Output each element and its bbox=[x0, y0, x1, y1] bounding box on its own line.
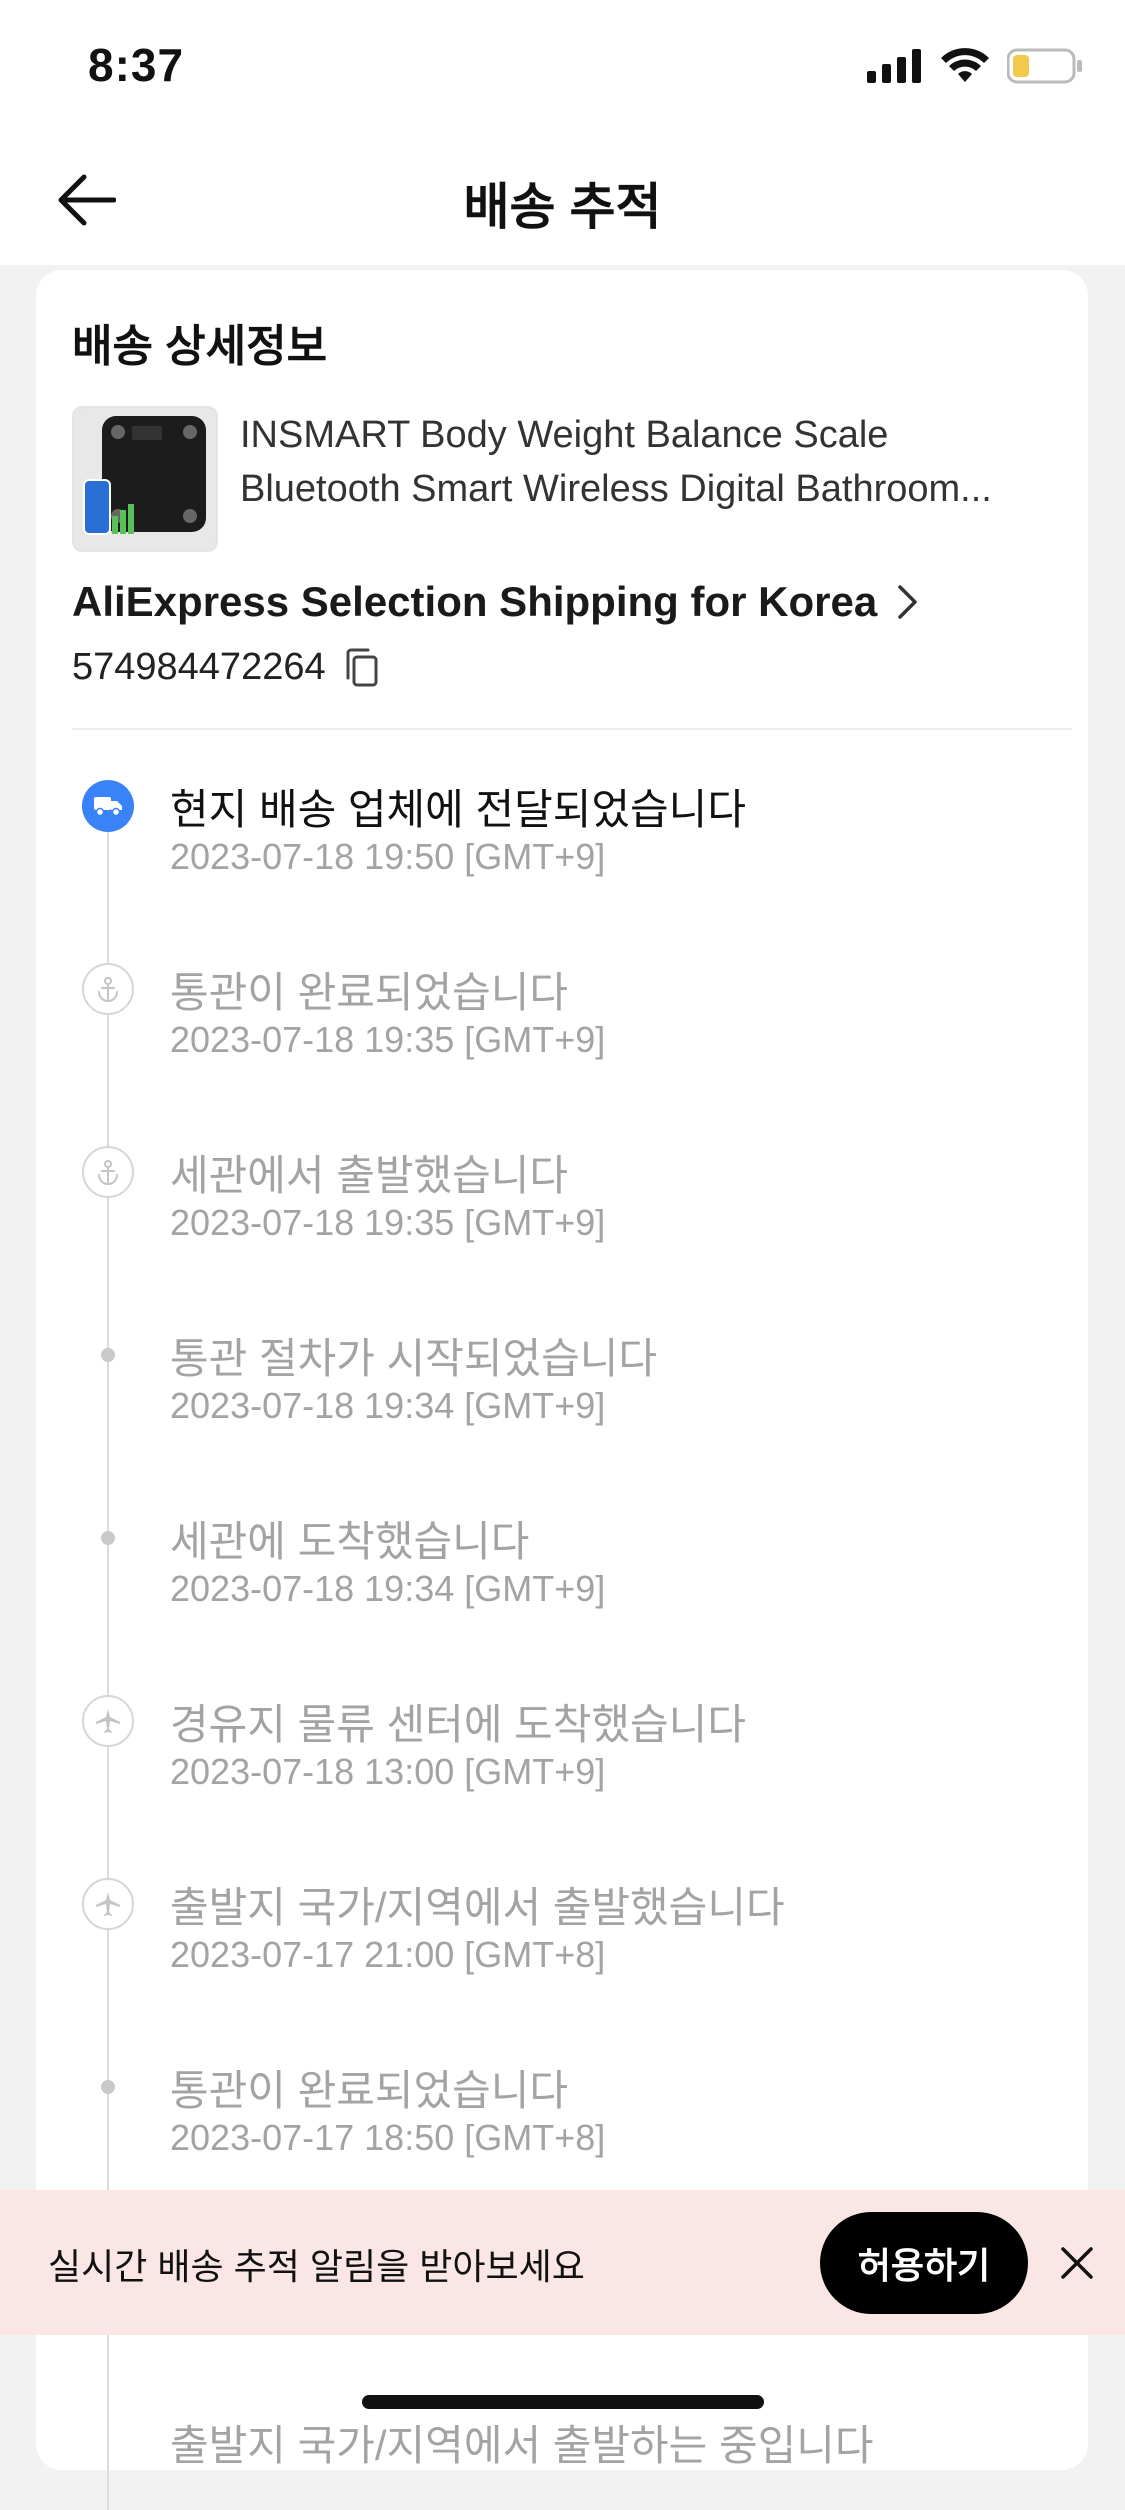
truck-icon bbox=[82, 780, 134, 832]
battery-icon bbox=[1007, 48, 1082, 84]
status-bar: 8:37 bbox=[0, 0, 1125, 135]
event-title: 세관에서 출발했습니다 bbox=[170, 1152, 569, 1199]
timeline-event: 통관 절차가 시작되었습니다 2023-07-18 19:34 [GMT+9] bbox=[36, 1319, 1088, 1502]
scale-image-icon bbox=[74, 408, 216, 550]
wifi-icon bbox=[941, 48, 989, 82]
event-title: 출발지 국가/지역에서 출발했습니다 bbox=[170, 1884, 785, 1931]
event-title: 통관이 완료되었습니다 bbox=[170, 2067, 569, 2114]
product-thumbnail[interactable] bbox=[72, 406, 218, 552]
dot-icon bbox=[82, 1329, 134, 1381]
home-indicator[interactable] bbox=[362, 2395, 764, 2409]
event-time: 2023-07-18 19:35 [GMT+9] bbox=[170, 1202, 606, 1243]
tracking-row: 574984472264 bbox=[72, 646, 380, 689]
close-banner-button[interactable] bbox=[1052, 2238, 1102, 2288]
product-name-line2: Bluetooth Smart Wireless Digital Bathroo… bbox=[240, 468, 992, 510]
section-title: 배송 상세정보 bbox=[72, 322, 328, 371]
peek-event-title: 출발지 국가/지역에서 출발하는 중입니다 bbox=[170, 2422, 874, 2469]
chevron-right-icon bbox=[898, 585, 917, 619]
carrier-link[interactable]: AliExpress Selection Shipping for Korea bbox=[72, 578, 919, 626]
timeline-event: 세관에 도착했습니다 2023-07-18 19:34 [GMT+9] bbox=[36, 1502, 1088, 1685]
timeline-event: 현지 배송 업체에 전달되었습니다 2023-07-18 19:50 [GMT+… bbox=[36, 770, 1088, 953]
notification-banner: 실시간 배송 추적 알림을 받아보세요 허용하기 bbox=[0, 2190, 1125, 2335]
close-icon bbox=[1061, 2247, 1093, 2279]
dot-icon bbox=[82, 2061, 134, 2113]
event-title: 통관이 완료되었습니다 bbox=[170, 969, 569, 1016]
event-title: 현지 배송 업체에 전달되었습니다 bbox=[170, 786, 746, 833]
event-time: 2023-07-18 19:34 [GMT+9] bbox=[170, 1385, 606, 1426]
status-icons bbox=[867, 48, 1083, 84]
allow-notifications-button[interactable]: 허용하기 bbox=[820, 2212, 1028, 2314]
plane-icon bbox=[82, 1695, 134, 1747]
event-time: 2023-07-18 13:00 [GMT+9] bbox=[170, 1751, 606, 1792]
event-time: 2023-07-17 21:00 [GMT+8] bbox=[170, 1934, 606, 1975]
timeline-event: 경유지 물류 센터에 도착했습니다 2023-07-18 13:00 [GMT+… bbox=[36, 1685, 1088, 1868]
plane-icon bbox=[82, 1878, 134, 1930]
product-name-line1: INSMART Body Weight Balance Scale bbox=[240, 414, 889, 456]
timeline-event: 통관이 완료되었습니다 2023-07-18 19:35 [GMT+9] bbox=[36, 953, 1088, 1136]
event-time: 2023-07-18 19:50 [GMT+9] bbox=[170, 836, 606, 877]
event-time: 2023-07-18 19:34 [GMT+9] bbox=[170, 1568, 606, 1609]
dot-icon bbox=[82, 1512, 134, 1564]
anchor-icon bbox=[82, 1146, 134, 1198]
shipping-detail-card: 배송 상세정보 INSMART Body Weight Balance Scal… bbox=[36, 270, 1088, 2510]
copy-icon[interactable] bbox=[344, 648, 380, 688]
notification-text: 실시간 배송 추적 알림을 받아보세요 bbox=[48, 2246, 585, 2287]
event-title: 세관에 도착했습니다 bbox=[170, 1518, 530, 1565]
event-time: 2023-07-17 18:50 [GMT+8] bbox=[170, 2117, 606, 2158]
nav-bar: 배송 추적 bbox=[0, 135, 1125, 265]
page-title: 배송 추적 bbox=[463, 179, 662, 235]
event-title: 통관 절차가 시작되었습니다 bbox=[170, 1335, 658, 1382]
event-time: 2023-07-18 19:35 [GMT+9] bbox=[170, 1019, 606, 1060]
tracking-number: 574984472264 bbox=[72, 646, 326, 688]
product-name[interactable]: INSMART Body Weight Balance Scale Blueto… bbox=[240, 408, 1070, 516]
carrier-name: AliExpress Selection Shipping for Korea bbox=[72, 578, 878, 625]
status-time: 8:37 bbox=[88, 39, 185, 91]
timeline-event: 출발지 국가/지역에서 출발했습니다 2023-07-17 21:00 [GMT… bbox=[36, 1868, 1088, 2051]
event-title: 경유지 물류 센터에 도착했습니다 bbox=[170, 1701, 746, 1748]
timeline-event: 세관에서 출발했습니다 2023-07-18 19:35 [GMT+9] bbox=[36, 1136, 1088, 1319]
signal-icon bbox=[867, 49, 921, 83]
divider bbox=[72, 728, 1072, 730]
anchor-icon bbox=[82, 963, 134, 1015]
